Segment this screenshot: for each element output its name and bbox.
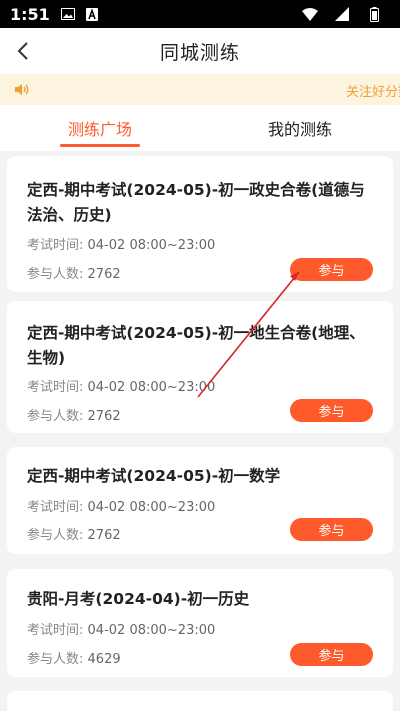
battery-icon <box>366 6 382 22</box>
exam-card[interactable]: 定西-期中考试(2024-05)-初一政史合卷(道德与法治、历史) 考试时间: … <box>7 156 393 292</box>
exam-time: 考试时间: 04-02 08:00~23:00 <box>27 496 215 515</box>
join-button[interactable]: 参与 <box>290 399 373 422</box>
tab-label: 测练广场 <box>67 120 132 139</box>
page-title: 同城测练 <box>159 41 240 64</box>
speaker-icon <box>15 84 29 95</box>
exam-count-label: 参与人数: <box>27 652 84 667</box>
exam-title: 贵阳-月考(2024-04)-初一历史 <box>27 590 250 608</box>
exam-title: 定西-期中考试(2024-05)-初一地生合卷(地理、生物) <box>27 324 365 367</box>
exam-count-value: 2762 <box>87 267 121 282</box>
exam-time-label: 考试时间: <box>27 623 84 638</box>
exam-time-value: 04-02 08:00~23:00 <box>87 238 216 253</box>
exam-time: 考试时间: 04-02 08:00~23:00 <box>27 234 215 253</box>
exam-title: 定西-期中考试(2024-05)-初一数学 <box>27 467 281 485</box>
exam-time: 考试时间: 04-02 08:00~23:00 <box>27 376 215 395</box>
exam-count-value: 4629 <box>87 652 121 667</box>
signal-icon <box>334 7 350 21</box>
exam-time-value: 04-02 08:00~23:00 <box>87 623 216 638</box>
back-button[interactable] <box>8 36 38 66</box>
tab-active-indicator <box>60 144 140 147</box>
exam-count: 参与人数: 2762 <box>27 405 121 424</box>
exam-time-label: 考试时间: <box>27 500 84 515</box>
join-button[interactable]: 参与 <box>290 643 373 666</box>
exam-time-label: 考试时间: <box>27 380 84 395</box>
exam-time-value: 04-02 08:00~23:00 <box>87 380 216 395</box>
exam-time-value: 04-02 08:00~23:00 <box>87 500 216 515</box>
exam-card-partial[interactable] <box>7 691 393 711</box>
nav-bar: 同城测练 <box>0 28 400 74</box>
exam-count-label: 参与人数: <box>27 409 84 424</box>
exam-time-label: 考试时间: <box>27 238 84 253</box>
tab-my-exams[interactable]: 我的测练 <box>200 105 400 151</box>
exam-card[interactable]: 定西-期中考试(2024-05)-初一数学 考试时间: 04-02 08:00~… <box>7 447 393 554</box>
exam-time: 考试时间: 04-02 08:00~23:00 <box>27 619 215 638</box>
image-icon <box>60 7 76 21</box>
tab-exam-square[interactable]: 测练广场 <box>0 105 200 151</box>
exam-card[interactable]: 贵阳-月考(2024-04)-初一历史 考试时间: 04-02 08:00~23… <box>7 569 393 677</box>
notice-bar[interactable]: 关注好分数 <box>0 74 400 105</box>
exam-count-label: 参与人数: <box>27 528 84 543</box>
join-button[interactable]: 参与 <box>290 518 373 541</box>
tab-label: 我的测练 <box>267 120 332 139</box>
status-bar: 1:51 <box>0 0 400 28</box>
exam-count: 参与人数: 4629 <box>27 648 121 667</box>
exam-count-value: 2762 <box>87 528 121 543</box>
a-icon <box>84 7 100 21</box>
exam-count: 参与人数: 2762 <box>27 524 121 543</box>
exam-card[interactable]: 定西-期中考试(2024-05)-初一地生合卷(地理、生物) 考试时间: 04-… <box>7 301 393 433</box>
exam-count-label: 参与人数: <box>27 267 84 282</box>
chevron-left-icon <box>17 42 28 60</box>
exam-title: 定西-期中考试(2024-05)-初一政史合卷(道德与法治、历史) <box>27 181 365 224</box>
exam-count: 参与人数: 2762 <box>27 263 121 282</box>
wifi-icon <box>302 7 318 21</box>
join-button[interactable]: 参与 <box>290 258 373 281</box>
notice-text: 关注好分数 <box>346 85 400 100</box>
exam-count-value: 2762 <box>87 409 121 424</box>
tab-bar: 测练广场 我的测练 <box>0 105 400 151</box>
status-time: 1:51 <box>10 4 50 24</box>
